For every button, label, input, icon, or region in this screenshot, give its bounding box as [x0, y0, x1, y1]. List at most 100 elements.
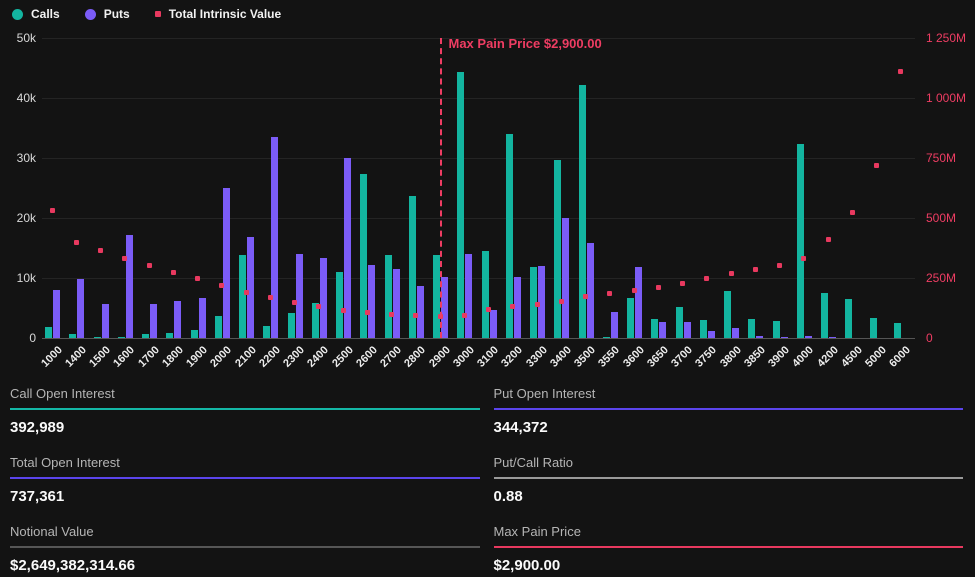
call-bar: [700, 320, 707, 338]
stat-max-pain-price: Max Pain Price $2,900.00: [494, 524, 964, 575]
put-bar: [150, 304, 157, 338]
tiv-dot: [122, 256, 127, 261]
stat-label: Total Open Interest: [10, 455, 480, 477]
tiv-dot: [826, 237, 831, 242]
tiv-dot: [486, 307, 491, 312]
call-bar: [748, 319, 755, 338]
call-bar: [215, 316, 222, 338]
call-bar: [482, 251, 489, 338]
tiv-dot: [195, 276, 200, 281]
stat-value: $2,900.00: [494, 548, 964, 575]
call-bar: [336, 272, 343, 338]
stat-label: Max Pain Price: [494, 524, 964, 546]
tiv-dot: [244, 290, 249, 295]
stat-put-call-ratio: Put/Call Ratio 0.88: [494, 455, 964, 506]
call-bar: [45, 327, 52, 338]
call-bar: [773, 321, 780, 338]
put-bar: [441, 277, 448, 338]
tiv-dot: [753, 267, 758, 272]
gridline: [42, 338, 915, 339]
y-tick-label-left: 10k: [0, 271, 36, 285]
stat-label: Notional Value: [10, 524, 480, 546]
call-bar: [94, 337, 101, 338]
y-tick-label-right: 500M: [926, 211, 956, 225]
put-bar: [587, 243, 594, 338]
tiv-dot: [389, 312, 394, 317]
call-bar: [845, 299, 852, 338]
put-bar: [635, 267, 642, 338]
tiv-dot: [341, 308, 346, 313]
put-bar: [102, 304, 109, 338]
tiv-dot: [413, 313, 418, 318]
legend-item-total-intrinsic-value[interactable]: Total Intrinsic Value: [155, 7, 281, 21]
call-bar: [627, 298, 634, 338]
y-tick-label-right: 750M: [926, 151, 956, 165]
plot-area[interactable]: Max Pain Price $2,900.00: [42, 38, 915, 338]
put-bar: [126, 235, 133, 338]
put-bar: [296, 254, 303, 338]
chart-legend: Calls Puts Total Intrinsic Value: [12, 7, 281, 21]
put-bar: [199, 298, 206, 338]
call-bar: [797, 144, 804, 338]
tiv-dot: [656, 285, 661, 290]
y-tick-label-right: 1 000M: [926, 91, 966, 105]
total-intrinsic-value-swatch-icon: [155, 11, 161, 17]
tiv-dot: [74, 240, 79, 245]
stat-label: Call Open Interest: [10, 386, 480, 408]
legend-label-puts: Puts: [104, 7, 130, 21]
put-bar: [805, 336, 812, 338]
gridline: [42, 98, 915, 99]
legend-item-calls[interactable]: Calls: [12, 7, 60, 21]
tiv-dot: [607, 291, 612, 296]
put-bar: [708, 331, 715, 338]
tiv-dot: [171, 270, 176, 275]
gridline: [42, 218, 915, 219]
tiv-dot: [632, 288, 637, 293]
calls-swatch-icon: [12, 9, 23, 20]
stat-call-open-interest: Call Open Interest 392,989: [10, 386, 480, 437]
call-bar: [579, 85, 586, 338]
stat-value: 737,361: [10, 479, 480, 506]
put-bar: [247, 237, 254, 338]
right-axis: 1 250M1 000M750M500M250M0: [924, 38, 974, 338]
puts-swatch-icon: [85, 9, 96, 20]
stat-put-open-interest: Put Open Interest 344,372: [494, 386, 964, 437]
call-bar: [651, 319, 658, 338]
legend-item-puts[interactable]: Puts: [85, 7, 130, 21]
tiv-dot: [801, 256, 806, 261]
call-bar: [821, 293, 828, 338]
stats-panel: Call Open Interest 392,989 Put Open Inte…: [10, 386, 963, 575]
y-tick-label-left: 50k: [0, 31, 36, 45]
tiv-dot: [535, 302, 540, 307]
tiv-dot: [704, 276, 709, 281]
call-bar: [676, 307, 683, 338]
gridline: [42, 158, 915, 159]
tiv-dot: [777, 263, 782, 268]
tiv-dot: [316, 304, 321, 309]
call-bar: [603, 337, 610, 338]
put-bar: [223, 188, 230, 338]
call-bar: [239, 255, 246, 338]
y-tick-label-right: 1 250M: [926, 31, 966, 45]
put-bar: [368, 265, 375, 338]
legend-label-calls: Calls: [31, 7, 60, 21]
stat-value: $2,649,382,314.66: [10, 548, 480, 575]
y-tick-label-left: 0: [0, 331, 36, 345]
y-tick-label-left: 40k: [0, 91, 36, 105]
put-bar: [174, 301, 181, 338]
call-bar: [69, 334, 76, 338]
tiv-dot: [268, 295, 273, 300]
tiv-dot: [147, 263, 152, 268]
tiv-dot: [583, 294, 588, 299]
put-bar: [781, 337, 788, 338]
tiv-dot: [510, 304, 515, 309]
max-pain-line: [440, 38, 442, 338]
call-bar: [457, 72, 464, 338]
call-bar: [191, 330, 198, 338]
put-bar: [659, 322, 666, 338]
stat-label: Put/Call Ratio: [494, 455, 964, 477]
call-bar: [385, 255, 392, 338]
call-bar: [288, 313, 295, 338]
left-axis: 50k40k30k20k10k0: [0, 38, 36, 338]
max-pain-annotation: Max Pain Price $2,900.00: [449, 36, 602, 51]
